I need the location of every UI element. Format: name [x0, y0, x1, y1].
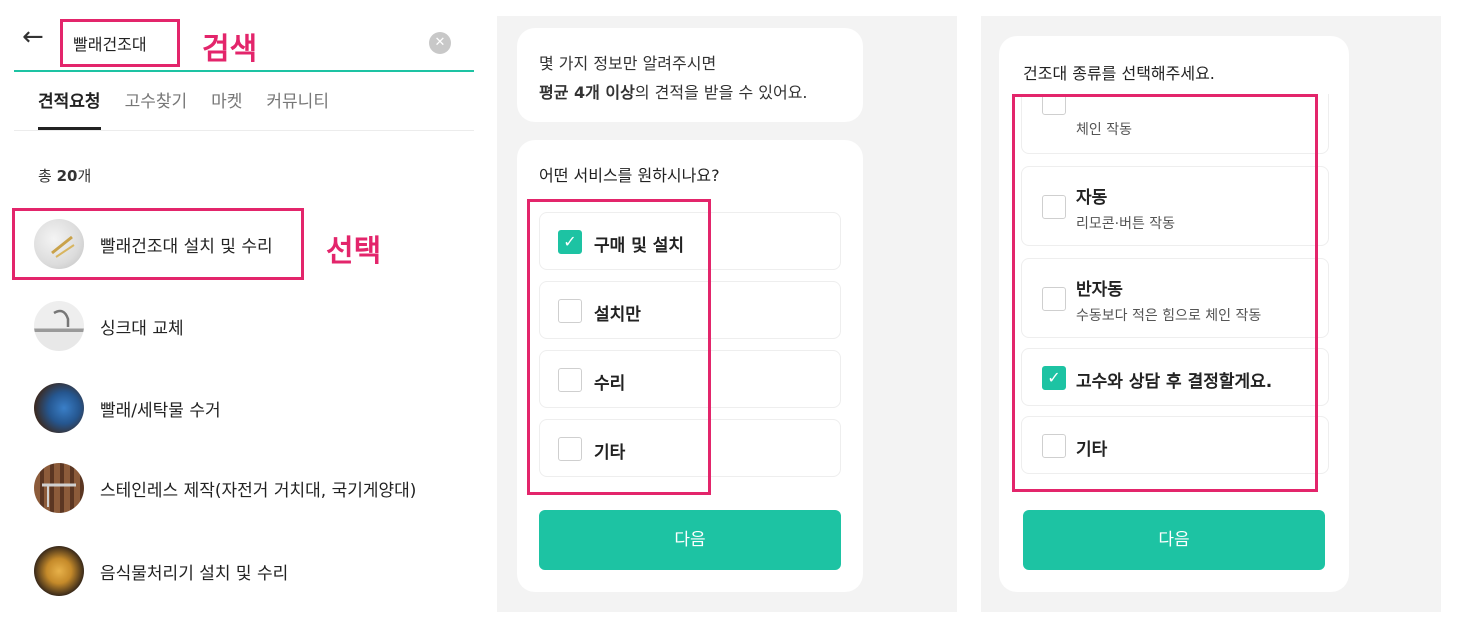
stainless-thumbnail-icon	[34, 463, 84, 513]
result-label: 빨래건조대 설치 및 수리	[100, 236, 273, 257]
clear-icon[interactable]: ✕	[429, 32, 451, 54]
result-label: 음식물처리기 설치 및 수리	[100, 563, 289, 584]
next-button[interactable]: 다음	[1023, 510, 1325, 570]
type-panel: 건조대 종류를 선택해주세요. 체인 작동 자동 리모콘·버튼 작동 반자동 수…	[981, 16, 1441, 612]
result-label: 스테인레스 제작(자전거 거치대, 국기게양대)	[100, 480, 417, 501]
food-disposer-thumbnail-icon	[34, 546, 84, 596]
back-arrow-icon[interactable]: ←	[22, 24, 44, 50]
annotation-select: 선택	[326, 234, 382, 269]
tab-market[interactable]: 마켓	[211, 88, 242, 130]
tab-find-expert[interactable]: 고수찾기	[125, 88, 188, 130]
type-question: 건조대 종류를 선택해주세요.	[1023, 64, 1215, 83]
options-highlight	[527, 199, 711, 495]
result-item[interactable]: 싱크대 교체	[34, 301, 184, 351]
service-question: 어떤 서비스를 원하시나요?	[539, 166, 720, 185]
result-label: 빨래/세탁물 수거	[100, 400, 221, 421]
tab-divider	[14, 130, 474, 131]
annotation-search: 검색	[202, 32, 258, 67]
search-input[interactable]: 빨래건조대	[60, 19, 180, 67]
intro-line2: 평균 4개 이상의 견적을 받을 수 있어요.	[539, 83, 808, 102]
tab-community[interactable]: 커뮤니티	[266, 88, 329, 130]
service-panel: 몇 가지 정보만 알려주시면 평균 4개 이상의 견적을 받을 수 있어요. 어…	[497, 16, 957, 612]
result-item[interactable]: 빨래/세탁물 수거	[34, 383, 221, 433]
result-count: 총 20개	[38, 167, 92, 185]
sink-thumbnail-icon	[34, 301, 84, 351]
intro-line1: 몇 가지 정보만 알려주시면	[539, 54, 717, 73]
intro-card: 몇 가지 정보만 알려주시면 평균 4개 이상의 견적을 받을 수 있어요.	[517, 28, 863, 122]
next-button[interactable]: 다음	[539, 510, 841, 570]
tab-bar: 견적요청 고수찾기 마켓 커뮤니티	[38, 88, 353, 130]
search-query-text: 빨래건조대	[73, 35, 147, 54]
options-highlight	[1012, 94, 1318, 492]
result-item[interactable]: 음식물처리기 설치 및 수리	[34, 546, 288, 596]
result-item[interactable]: 빨래건조대 설치 및 수리	[34, 219, 273, 269]
laundry-pickup-thumbnail-icon	[34, 383, 84, 433]
result-label: 싱크대 교체	[100, 318, 184, 339]
search-panel: ← 빨래건조대 검색 ✕ 견적요청 고수찾기 마켓 커뮤니티 총 20개 선택 …	[0, 0, 480, 632]
laundry-rack-thumbnail-icon	[34, 219, 84, 269]
result-item[interactable]: 스테인레스 제작(자전거 거치대, 국기게양대)	[34, 463, 416, 513]
tab-estimate[interactable]: 견적요청	[38, 88, 101, 130]
